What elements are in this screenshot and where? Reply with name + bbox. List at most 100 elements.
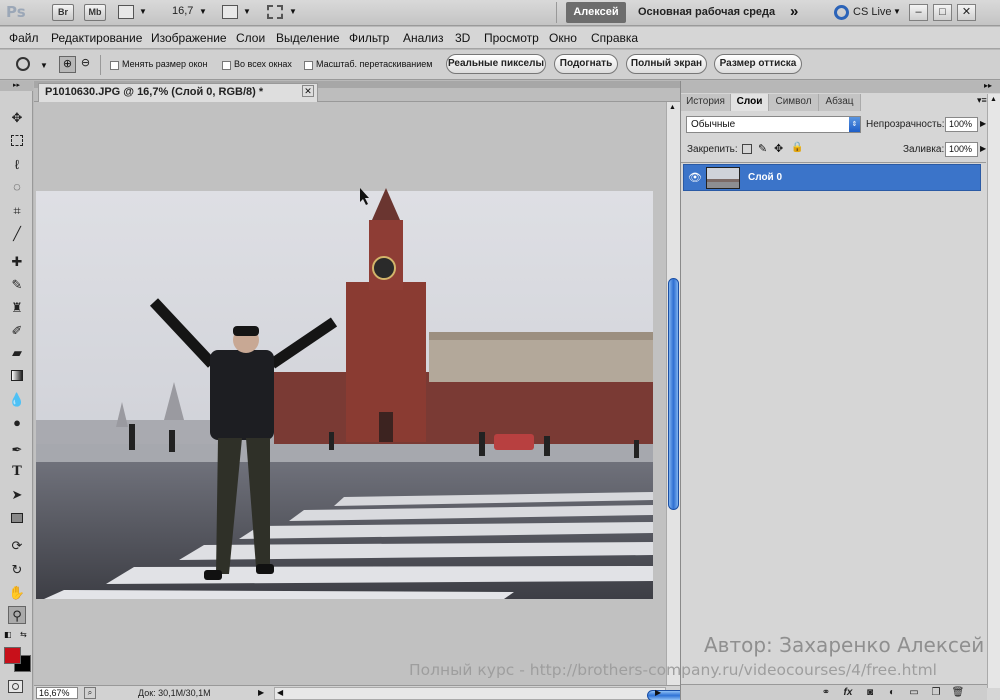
fit-screen-button[interactable]: Подогнать [554, 54, 618, 74]
layer-mask-icon[interactable]: ◙ [863, 686, 877, 699]
menu-image[interactable]: Изображение [151, 31, 227, 45]
3d-rotate-icon[interactable]: ⟳ [8, 537, 26, 555]
chevron-down-icon[interactable]: ▼ [289, 7, 297, 16]
workspace-button[interactable]: Основная рабочая среда [638, 6, 775, 18]
tab-history[interactable]: История [681, 94, 731, 111]
arrange-documents-icon[interactable] [222, 5, 238, 19]
minimize-button[interactable]: – [909, 4, 928, 21]
close-button[interactable]: ✕ [957, 4, 976, 21]
layer-style-icon[interactable]: fx [841, 686, 855, 699]
brush-icon[interactable]: ✎ [8, 276, 26, 294]
type-icon[interactable]: T [8, 463, 26, 481]
new-group-icon[interactable]: ▭ [907, 686, 921, 699]
zoom-out-icon[interactable]: ⊖ [77, 56, 94, 73]
eyedropper-icon[interactable]: ╱ [8, 225, 26, 243]
lock-transparency-icon[interactable] [742, 144, 752, 154]
history-brush-icon[interactable]: ✐ [8, 322, 26, 340]
foreground-color-swatch[interactable] [4, 647, 21, 664]
zoom-tool-icon[interactable] [16, 57, 30, 71]
shape-icon[interactable] [8, 510, 26, 528]
new-layer-icon[interactable]: ❐ [929, 686, 943, 699]
move-icon[interactable]: ✥ [8, 109, 26, 127]
swap-colors-icon[interactable]: ⇆ [20, 630, 27, 639]
tab-character[interactable]: Символ [769, 94, 819, 111]
menu-edit[interactable]: Редактирование [51, 31, 142, 45]
bridge-button[interactable]: Br [52, 4, 74, 21]
menu-window[interactable]: Окно [549, 31, 577, 45]
menu-filter[interactable]: Фильтр [349, 31, 389, 45]
healing-icon[interactable]: ✚ [8, 253, 26, 271]
panel-menu-icon[interactable]: ▾≡ [977, 95, 987, 106]
zoom-level-select[interactable]: 16,7 [172, 5, 193, 17]
zoom-icon[interactable]: ⚲ [8, 606, 26, 624]
tab-paragraph[interactable]: Абзац [819, 94, 861, 111]
menu-select[interactable]: Выделение [276, 31, 340, 45]
lock-all-icon[interactable]: 🔒 [791, 142, 803, 153]
panel-scrollbar[interactable]: ▲ [987, 94, 1000, 688]
pen-icon[interactable]: ✒ [8, 441, 26, 459]
minibridge-button[interactable]: Mb [84, 4, 106, 21]
marquee-icon[interactable] [8, 133, 26, 151]
zoom-in-icon[interactable]: ⊕ [59, 56, 76, 73]
chevron-down-icon[interactable]: ▼ [243, 7, 251, 16]
maximize-button[interactable]: □ [933, 4, 952, 21]
scrubby-zoom-checkbox[interactable] [304, 61, 313, 70]
eye-visibility-icon[interactable]: 👁 [688, 171, 702, 185]
dodge-icon[interactable]: ● [8, 414, 26, 432]
collapse-tools-icon[interactable]: ▸▸ [0, 81, 33, 91]
chevron-down-icon[interactable]: ▼ [40, 61, 48, 70]
chevron-down-icon[interactable]: ▼ [139, 7, 147, 16]
print-size-button[interactable]: Размер оттиска [714, 54, 802, 74]
chevron-down-icon[interactable]: ▼ [199, 7, 207, 16]
quick-select-icon[interactable]: ◌ [8, 178, 26, 196]
status-zoom-field[interactable]: 16,67% [36, 687, 78, 699]
fill-input[interactable]: 100% [945, 142, 978, 157]
link-layers-icon[interactable]: ⚭ [819, 686, 833, 699]
vertical-scroll-thumb[interactable] [668, 278, 679, 510]
scroll-left-icon[interactable]: ◀ [277, 688, 283, 697]
status-menu-arrow-icon[interactable]: ▶ [258, 688, 264, 697]
tab-layers[interactable]: Слои [731, 94, 769, 111]
scroll-up-icon[interactable]: ▲ [669, 104, 676, 111]
panel-collapse-icon[interactable]: ▸▸ [984, 81, 992, 90]
close-document-icon[interactable]: ✕ [302, 85, 314, 97]
document-tab[interactable]: P1010630.JPG @ 16,7% (Слой 0, RGB/8) * [38, 83, 318, 102]
workspace-more-button[interactable]: » [790, 3, 798, 20]
all-windows-checkbox[interactable] [222, 61, 231, 70]
lock-position-icon[interactable]: ✥ [774, 142, 783, 155]
adjustment-layer-icon[interactable]: ◐ [885, 686, 899, 699]
fill-slider-icon[interactable]: ▶ [980, 144, 986, 153]
delete-layer-icon[interactable]: 🗑 [951, 686, 965, 699]
lock-pixels-icon[interactable]: ✎ [758, 142, 767, 155]
cs-live-button[interactable]: CS Live [853, 6, 892, 18]
view-extras-icon[interactable] [118, 5, 134, 19]
lasso-icon[interactable]: ℓ [8, 156, 26, 174]
3d-orbit-icon[interactable]: ↻ [8, 561, 26, 579]
quick-mask-icon[interactable] [8, 680, 23, 693]
resize-windows-checkbox[interactable] [110, 61, 119, 70]
menu-view[interactable]: Просмотр [484, 31, 539, 45]
scroll-up-icon[interactable]: ▲ [990, 96, 997, 103]
blend-mode-select[interactable]: Обычные [686, 116, 861, 133]
hand-icon[interactable]: ✋ [8, 584, 26, 602]
screen-mode-icon[interactable] [267, 5, 283, 19]
crop-icon[interactable]: ⌗ [8, 202, 26, 220]
menu-help[interactable]: Справка [591, 31, 638, 45]
user-workspace-button[interactable]: Алексей [566, 2, 626, 23]
clone-stamp-icon[interactable]: ♜ [8, 299, 26, 317]
menu-analysis[interactable]: Анализ [403, 31, 444, 45]
opacity-slider-icon[interactable]: ▶ [980, 119, 986, 128]
scroll-right-icon[interactable]: ▶ [655, 688, 661, 697]
horizontal-scrollbar[interactable]: ◀ ▶ [274, 687, 781, 700]
vertical-scrollbar[interactable]: ▲ [666, 102, 680, 685]
blur-icon[interactable]: 💧 [8, 391, 26, 409]
actual-pixels-button[interactable]: Реальные пикселы [446, 54, 546, 74]
blend-mode-dropdown-icon[interactable]: ⇕ [849, 117, 860, 132]
default-colors-icon[interactable]: ◧ [4, 630, 12, 639]
menu-file[interactable]: Файл [9, 31, 39, 45]
menu-layers[interactable]: Слои [236, 31, 265, 45]
menu-3d[interactable]: 3D [455, 31, 470, 45]
fill-screen-button[interactable]: Полный экран [626, 54, 707, 74]
chevron-down-icon[interactable]: ▼ [893, 7, 901, 16]
status-info-icon[interactable]: ⌕ [84, 687, 96, 699]
